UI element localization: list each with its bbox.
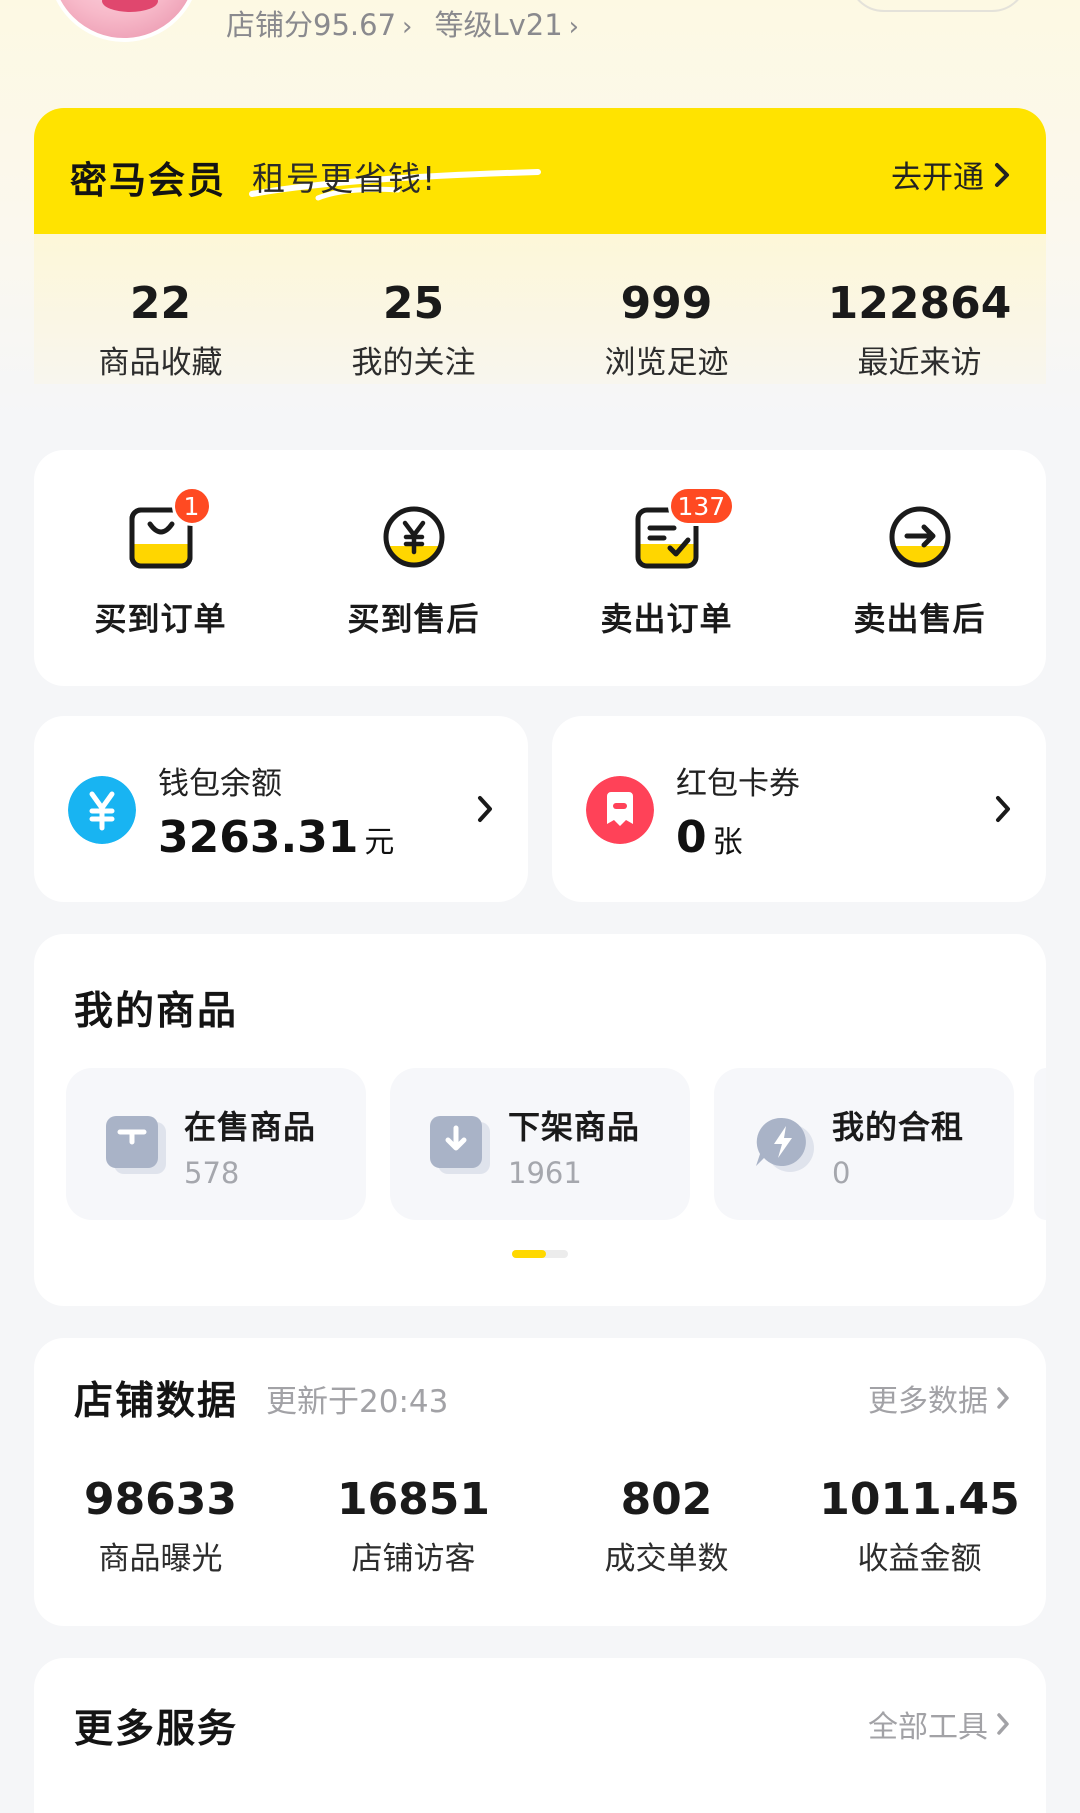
chevron-right-icon xyxy=(997,1387,1009,1409)
stat-label: 商品曝光 xyxy=(98,1541,223,1577)
my-goods-card: 我的商品 在售商品 578 下架商品 1961 我的合租 0 xyxy=(34,934,1046,1306)
chevron-right-icon xyxy=(995,162,1009,187)
order-bought[interactable]: 1 买到订单 xyxy=(34,450,287,686)
wallet-balance: 3263.31 元 xyxy=(158,812,395,863)
stat-label: 最近来访 xyxy=(857,345,982,381)
stat-value: 999 xyxy=(620,278,713,329)
updated-time: 更新于20:43 xyxy=(266,1384,449,1420)
section-title: 店铺数据 xyxy=(74,1379,239,1424)
more-services-card: 更多服务 全部工具 xyxy=(34,1658,1046,1813)
stat-following[interactable]: 25 我的关注 xyxy=(287,278,540,382)
wallet-label: 钱包余额 xyxy=(158,766,282,802)
coupon-count: 0张 xyxy=(676,812,743,863)
all-tools-link[interactable]: 全部工具 xyxy=(868,1702,1010,1746)
order-bought-aftersale[interactable]: 买到售后 xyxy=(287,450,540,686)
carousel-indicator xyxy=(512,1250,568,1258)
yuan-coin-icon xyxy=(381,504,447,570)
order-badge: 137 xyxy=(667,486,736,526)
all-tools-label: 全部工具 xyxy=(868,1710,988,1745)
red-packet-icon xyxy=(586,776,654,844)
order-label: 卖出订单 xyxy=(600,600,733,638)
stat-value: 802 xyxy=(620,1474,713,1525)
stat-label: 我的关注 xyxy=(351,345,476,381)
order-label: 买到订单 xyxy=(94,600,227,638)
stat-value: 122864 xyxy=(827,278,1012,329)
profile-stats: 22 商品收藏 25 我的关注 999 浏览足迹 122864 最近来访 xyxy=(34,278,1046,382)
stat-favorites[interactable]: 22 商品收藏 xyxy=(34,278,287,382)
orders-card: 1 买到订单 买到售后 137 卖出订单 卖出售后 xyxy=(34,450,1046,686)
level-link[interactable]: 等级Lv21 › xyxy=(434,2,579,44)
goods-name: 下架商品 xyxy=(508,1108,641,1146)
chevron-right-icon xyxy=(478,796,492,822)
stat-label: 收益金额 xyxy=(857,1541,982,1577)
order-label: 卖出售后 xyxy=(853,600,986,638)
chevron-right-icon: › xyxy=(402,12,413,42)
stat-visitors[interactable]: 122864 最近来访 xyxy=(793,278,1046,382)
carousel-indicator-active xyxy=(512,1250,546,1258)
stat-history[interactable]: 999 浏览足迹 xyxy=(540,278,793,382)
stat-deals[interactable]: 802 成交单数 xyxy=(540,1474,793,1578)
stat-label: 浏览足迹 xyxy=(604,345,729,381)
goods-item-shared-rent[interactable]: 我的合租 0 xyxy=(714,1068,1014,1220)
goods-item-on-sale[interactable]: 在售商品 578 xyxy=(66,1068,366,1220)
goods-count: 1961 xyxy=(508,1156,582,1190)
header-action-button[interactable] xyxy=(848,0,1028,12)
goods-item-off-shelf[interactable]: 下架商品 1961 xyxy=(390,1068,690,1220)
header-stats: 店铺分95.67 › 等级Lv21 › xyxy=(226,2,579,44)
order-label: 买到售后 xyxy=(347,600,480,638)
member-open-label: 去开通 xyxy=(891,160,984,196)
order-badge: 1 xyxy=(171,486,212,526)
goods-carousel[interactable]: 在售商品 578 下架商品 1961 我的合租 0 xyxy=(66,1068,1014,1220)
goods-name: 在售商品 xyxy=(184,1108,317,1146)
chevron-right-icon: › xyxy=(568,12,580,42)
goods-count: 0 xyxy=(832,1156,851,1190)
order-sold[interactable]: 137 卖出订单 xyxy=(540,450,793,686)
stat-revenue[interactable]: 1011.45 收益金额 xyxy=(793,1474,1046,1578)
stat-label: 店铺访客 xyxy=(351,1541,476,1577)
order-note-icon: 137 xyxy=(634,486,736,570)
more-data-label: 更多数据 xyxy=(868,1384,988,1419)
shop-box-icon xyxy=(106,1116,166,1174)
more-data-link[interactable]: 更多数据 xyxy=(868,1376,1010,1420)
stat-shop-visitors[interactable]: 16851 店铺访客 xyxy=(287,1474,540,1578)
stat-label: 商品收藏 xyxy=(98,345,223,381)
coupon-card[interactable]: 红包卡券 0张 xyxy=(552,716,1046,902)
section-title: 更多服务 xyxy=(74,1707,239,1752)
stat-exposure[interactable]: 98633 商品曝光 xyxy=(34,1474,287,1578)
stat-value: 16851 xyxy=(336,1474,491,1525)
stat-value: 98633 xyxy=(83,1474,238,1525)
chevron-right-icon xyxy=(996,796,1010,822)
shop-stats: 98633 商品曝光 16851 店铺访客 802 成交单数 1011.45 收益金额 xyxy=(34,1474,1046,1578)
order-sold-aftersale[interactable]: 卖出售后 xyxy=(793,450,1046,686)
stat-value: 1011.45 xyxy=(819,1474,1020,1525)
shopping-bag-icon: 1 xyxy=(128,486,212,570)
shop-score-link[interactable]: 店铺分95.67 › xyxy=(226,2,412,44)
member-open-button[interactable]: 去开通 xyxy=(891,152,1010,197)
lightning-chat-icon xyxy=(756,1117,814,1172)
stat-label: 成交单数 xyxy=(604,1541,729,1577)
download-box-icon xyxy=(430,1116,490,1174)
chevron-right-icon xyxy=(997,1713,1009,1735)
member-slogan: 租号更省钱! xyxy=(252,159,437,198)
stat-value: 22 xyxy=(129,278,192,329)
member-title: 密马会员 xyxy=(70,159,226,202)
shop-data-card: 店铺数据 更新于20:43 更多数据 98633 商品曝光 16851 店铺访客 8… xyxy=(34,1338,1046,1626)
goods-item-next-peek xyxy=(1034,1068,1046,1220)
yuan-wallet-icon xyxy=(68,776,136,844)
wallet-card[interactable]: 钱包余额 3263.31 元 xyxy=(34,716,528,902)
coupon-label: 红包卡券 xyxy=(676,766,800,802)
section-title: 我的商品 xyxy=(74,989,239,1034)
arrow-right-circle-icon xyxy=(887,504,953,570)
goods-count: 578 xyxy=(184,1156,240,1190)
goods-name: 我的合租 xyxy=(832,1108,965,1146)
stat-value: 25 xyxy=(382,278,445,329)
member-banner[interactable]: 密马会员 租号更省钱! 去开通 xyxy=(34,108,1046,234)
